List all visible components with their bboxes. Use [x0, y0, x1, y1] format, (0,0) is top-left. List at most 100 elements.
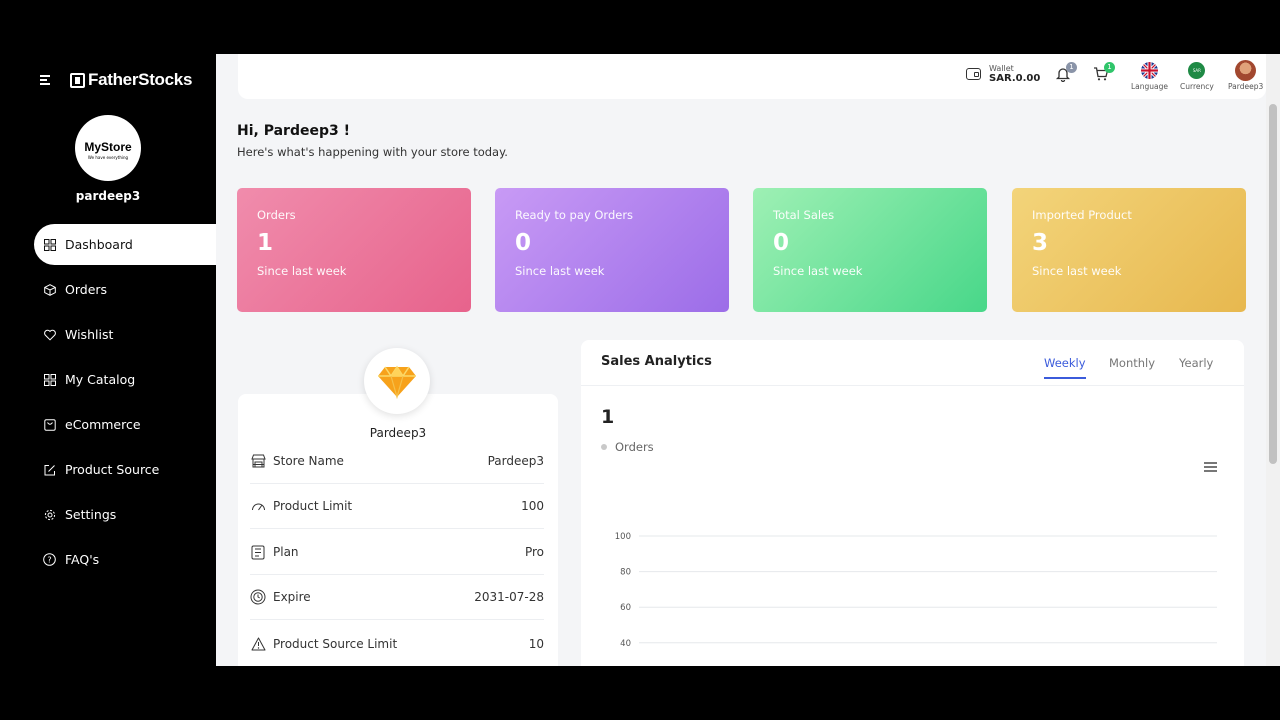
main-content: Wallet SAR.0.00 1 1 Language SAR Currenc…	[216, 54, 1266, 666]
stat-card-label: Total Sales	[773, 208, 835, 222]
store-row-label: Expire	[273, 590, 311, 604]
notifications-button[interactable]: 1	[1053, 62, 1077, 86]
store-row-label: Store Name	[273, 454, 344, 468]
stat-card-footer: Since last week	[257, 264, 347, 278]
notifications-badge: 1	[1066, 62, 1077, 73]
page-scrollbar[interactable]	[1266, 54, 1280, 666]
sidebar-item-wishlist[interactable]: Wishlist	[0, 312, 216, 357]
heart-icon	[43, 328, 56, 341]
cart-badge: 1	[1104, 62, 1115, 73]
wallet-label: Wallet	[989, 64, 1014, 73]
stat-card-label: Imported Product	[1032, 208, 1132, 222]
user-label: Pardeep3	[1228, 82, 1264, 91]
sidebar-item-my-catalog[interactable]: My Catalog	[0, 357, 216, 402]
sidebar-item-dashboard[interactable]: Dashboard	[34, 224, 216, 265]
stat-card-value: 3	[1032, 230, 1049, 256]
store-row-value: Pro	[524, 545, 544, 559]
store-row-product-limit: Product Limit 100	[250, 484, 544, 529]
sidebar-username: pardeep3	[75, 189, 141, 203]
stat-card-footer: Since last week	[773, 264, 863, 278]
plan-icon	[250, 544, 266, 560]
stat-card-value: 0	[515, 230, 532, 256]
sidebar-item-label: Wishlist	[65, 327, 114, 342]
y-tick-label: 60	[620, 603, 631, 613]
cart-icon	[43, 418, 56, 431]
sidebar-item-label: Dashboard	[65, 237, 133, 252]
brand-name[interactable]: FatherStocks	[88, 70, 192, 90]
edit-icon	[43, 463, 56, 476]
sidebar-item-label: FAQ's	[65, 552, 100, 567]
speedometer-icon	[250, 498, 266, 514]
currency-badge-icon: SAR	[1188, 62, 1206, 79]
stat-card-value: 1	[257, 230, 274, 256]
store-row-label: Plan	[273, 545, 299, 559]
hamburger-icon[interactable]	[40, 75, 52, 85]
store-row-label: Product Source Limit	[273, 636, 398, 651]
wallet-widget[interactable]: Wallet SAR.0.00	[966, 64, 1040, 84]
y-tick-label: 100	[615, 532, 631, 542]
page-subtitle: Here's what's happening with your store …	[237, 145, 508, 159]
sidebar-item-orders[interactable]: Orders	[0, 267, 216, 312]
grid-icon	[43, 373, 56, 386]
sidebar-item-label: Product Source	[65, 462, 160, 477]
store-row-plan: Plan Pro	[250, 530, 544, 575]
clock-icon	[250, 589, 266, 605]
store-row-store-name: Store Name Pardeep3	[250, 439, 544, 484]
store-row-value: Pardeep3	[487, 454, 544, 468]
brand: FatherStocks	[40, 70, 192, 90]
avatar	[1235, 60, 1257, 81]
cart-button[interactable]: 1	[1091, 62, 1115, 86]
language-label: Language	[1131, 82, 1169, 91]
sidebar-item-settings[interactable]: Settings	[0, 492, 216, 537]
stat-card-label: Ready to pay Orders	[515, 208, 634, 222]
page-title: Hi, Pardeep3 !	[237, 123, 350, 139]
store-logo-tagline: We have everything	[87, 155, 129, 160]
sidebar-item-faqs[interactable]: ? FAQ's	[0, 537, 216, 582]
app-frame: FatherStocks MyStore We have everything …	[0, 54, 1280, 666]
store-icon	[250, 453, 266, 469]
sales-chart: 020406080100	[615, 532, 1217, 649]
store-row-label: Product Limit	[273, 499, 353, 513]
stat-card-imported-product[interactable]: Imported Product 3 Since last week	[1012, 188, 1246, 312]
diamond-icon	[378, 365, 416, 399]
sidebar-nav: Dashboard Orders Wishlist My Catalog eCo…	[0, 222, 216, 582]
stat-card-footer: Since last week	[1032, 264, 1122, 278]
stat-card-footer: Since last week	[515, 264, 605, 278]
grid-icon	[43, 238, 56, 251]
store-row-value: 100	[521, 499, 544, 513]
store-row-value: 2031-07-28	[474, 590, 544, 604]
sidebar-item-ecommerce[interactable]: eCommerce	[0, 402, 216, 447]
store-row-value: 10	[528, 636, 544, 651]
store-row-expire: Expire 2031-07-28	[250, 575, 544, 620]
user-menu[interactable]: Pardeep3	[1228, 60, 1264, 91]
sidebar: FatherStocks MyStore We have everything …	[0, 54, 216, 666]
plan-badge	[364, 348, 430, 414]
stat-card-total-sales[interactable]: Total Sales 0 Since last week	[753, 188, 987, 312]
wallet-balance: SAR.0.00	[989, 73, 1041, 84]
brand-logo-icon	[70, 72, 85, 88]
stat-card-ready-to-pay[interactable]: Ready to pay Orders 0 Since last week	[495, 188, 729, 312]
uk-flag-icon	[1141, 62, 1158, 79]
warning-icon	[250, 636, 266, 652]
store-owner-name: Pardeep3	[369, 426, 427, 440]
sales-analytics-panel: Sales Analytics Weekly Monthly Yearly 1 …	[581, 340, 1244, 666]
wallet-icon	[966, 68, 981, 80]
top-header: Wallet SAR.0.00 1 1 Language SAR Currenc…	[238, 54, 1266, 99]
stat-card-value: 0	[773, 230, 790, 256]
box-icon	[43, 283, 56, 296]
y-tick-label: 40	[620, 639, 631, 649]
stat-card-label: Orders	[257, 208, 296, 222]
sidebar-item-label: eCommerce	[65, 417, 141, 432]
currency-label: Currency	[1180, 82, 1214, 91]
sidebar-item-product-source[interactable]: Product Source	[0, 447, 216, 492]
stat-card-orders[interactable]: Orders 1 Since last week	[237, 188, 471, 312]
y-tick-label: 80	[620, 568, 631, 578]
help-icon: ?	[43, 553, 56, 566]
svg-text:?: ?	[47, 556, 51, 565]
language-selector[interactable]: Language	[1131, 62, 1168, 91]
store-row-product-source-limit: Product Source Limit 10	[250, 621, 544, 666]
currency-selector[interactable]: SAR Currency	[1180, 62, 1214, 91]
store-logo-title: MyStore	[84, 140, 132, 154]
scrollbar-thumb[interactable]	[1269, 104, 1277, 464]
sidebar-item-label: Orders	[65, 282, 108, 297]
